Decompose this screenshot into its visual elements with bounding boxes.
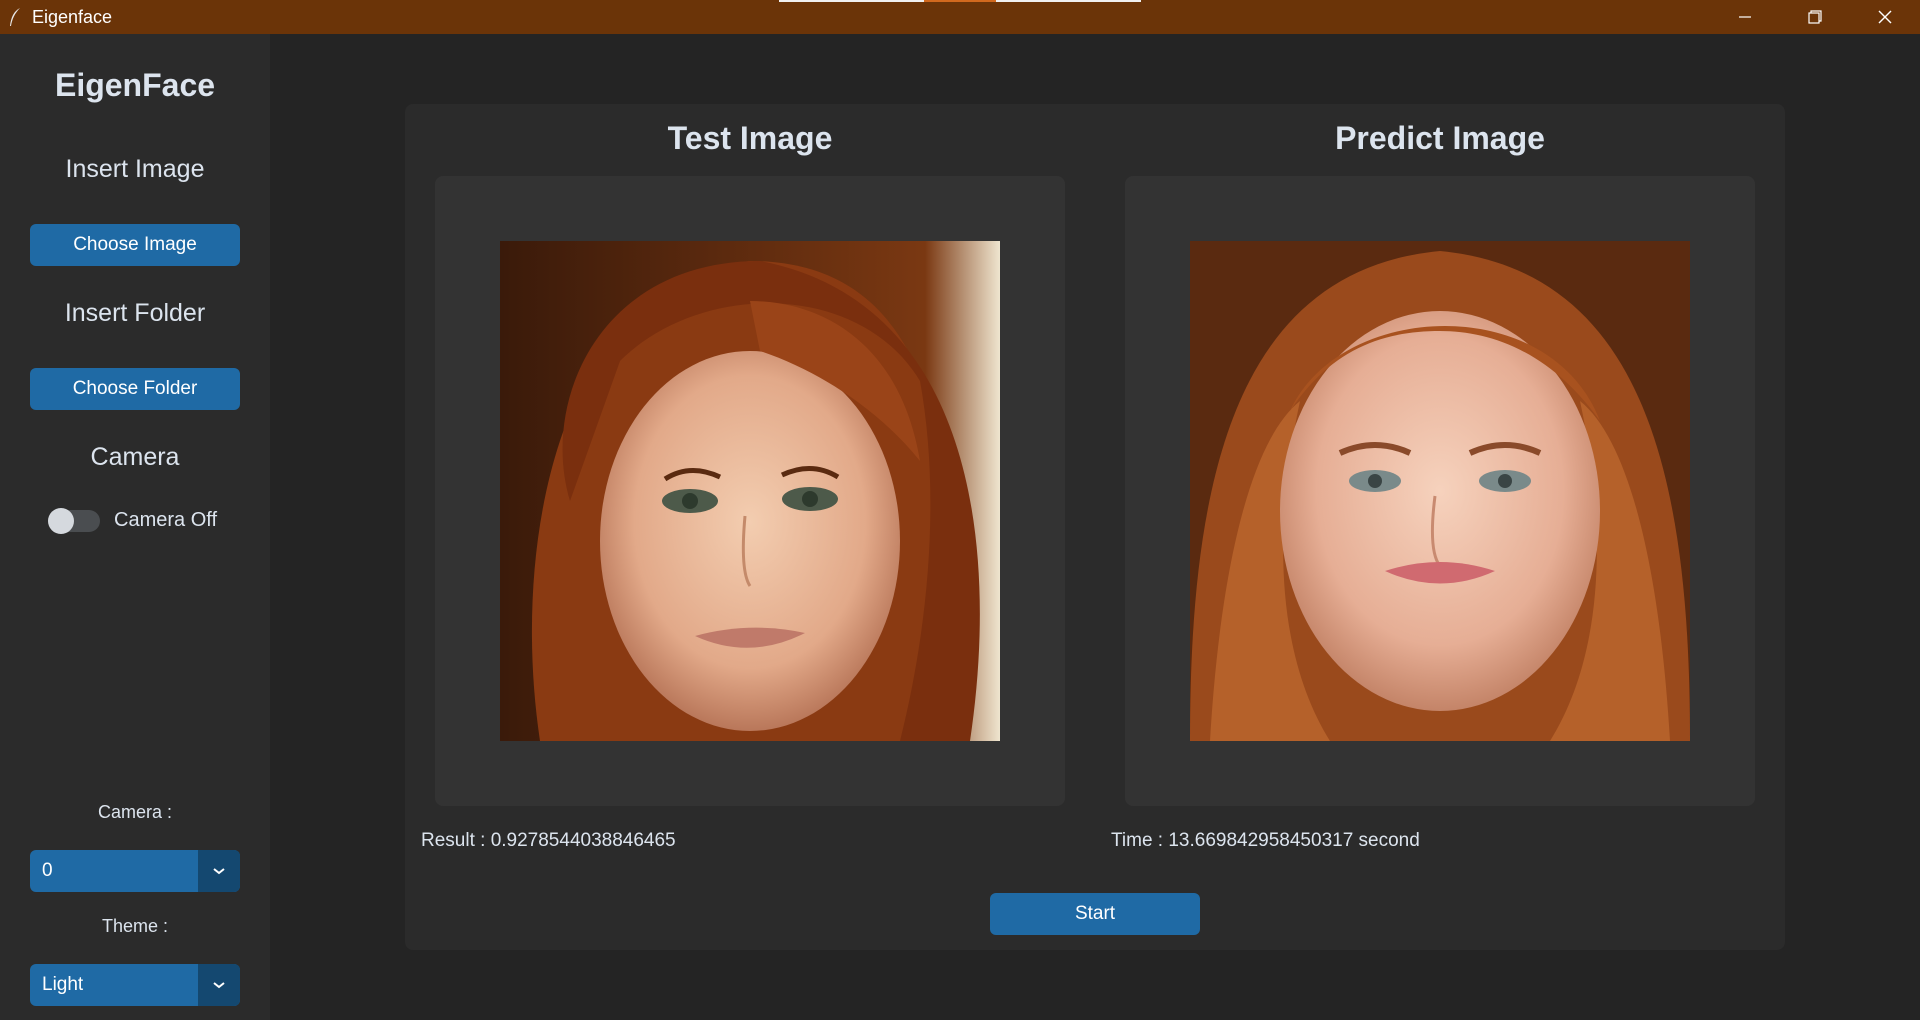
camera-select-label: Camera : xyxy=(97,802,173,822)
test-image-frame xyxy=(435,176,1065,806)
title-bar-highlight xyxy=(779,0,1141,2)
title-bar[interactable]: Eigenface xyxy=(0,0,1920,34)
predict-image-title: Predict Image xyxy=(1335,120,1545,156)
camera-select-value[interactable]: 0 xyxy=(30,850,198,892)
app-name: EigenFace xyxy=(54,67,216,103)
time-text: Time : 13.669842958450317 second xyxy=(1111,830,1420,851)
test-image-title: Test Image xyxy=(667,120,833,156)
start-button[interactable]: Start xyxy=(990,893,1200,935)
close-button[interactable] xyxy=(1850,0,1920,34)
minimize-button[interactable] xyxy=(1710,0,1780,34)
choose-folder-button[interactable]: Choose Folder xyxy=(30,368,240,410)
camera-switch[interactable]: Camera Off xyxy=(48,507,217,534)
minimize-icon xyxy=(1739,16,1751,18)
camera-select[interactable]: 0 xyxy=(30,850,240,892)
switch-track[interactable] xyxy=(48,507,100,534)
chevron-down-icon[interactable] xyxy=(198,850,240,892)
camera-switch-label: Camera Off xyxy=(114,509,217,531)
choose-image-button[interactable]: Choose Image xyxy=(30,224,240,266)
test-face-image xyxy=(500,241,1000,741)
feather-icon xyxy=(10,8,20,26)
theme-select[interactable]: Light xyxy=(30,964,240,1006)
result-text: Result : 0.9278544038846465 xyxy=(421,830,676,851)
switch-knob[interactable] xyxy=(48,507,74,534)
main-panel: Test Image Predict Image Result: 0.9278… xyxy=(405,104,1785,950)
close-icon xyxy=(1878,10,1892,24)
theme-select-label: Theme : xyxy=(101,916,169,936)
sidebar: EigenFace Insert Image Choose Image Inse… xyxy=(0,34,270,1020)
insert-folder-label: Insert Folder xyxy=(64,299,206,327)
theme-select-value[interactable]: Light xyxy=(30,964,198,1006)
insert-image-label: Insert Image xyxy=(65,155,205,183)
camera-label: Camera xyxy=(90,443,180,471)
chevron-down-icon[interactable] xyxy=(198,964,240,1006)
restore-button[interactable] xyxy=(1780,0,1850,34)
window-title: Eigenface xyxy=(32,6,113,27)
predict-face-image xyxy=(1190,241,1690,741)
restore-icon xyxy=(1808,10,1822,24)
predict-image-frame xyxy=(1125,176,1755,806)
